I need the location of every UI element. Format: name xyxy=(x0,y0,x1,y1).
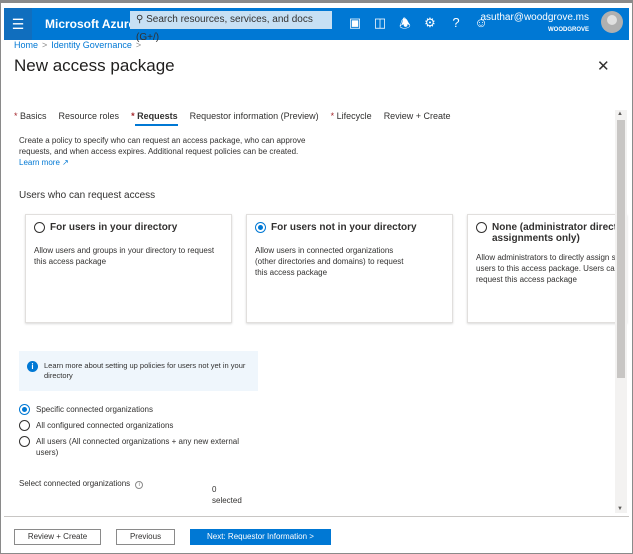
radio-specific-orgs[interactable] xyxy=(19,404,30,415)
scroll-down-icon[interactable]: ▼ xyxy=(617,506,623,512)
tab-requests[interactable]: * Requests xyxy=(131,111,178,126)
info-icon: i xyxy=(27,361,38,372)
next-button[interactable]: Next: Requestor Information > xyxy=(190,529,331,545)
chevron-right-icon: > xyxy=(135,40,142,50)
cloud-shell-icon[interactable]: ▣ xyxy=(347,15,363,31)
help-icon[interactable]: ? xyxy=(448,15,464,30)
radio-none-admin[interactable] xyxy=(476,222,487,233)
bell-icon[interactable]: 🕭 xyxy=(397,15,413,37)
breadcrumb-identity-governance[interactable]: Identity Governance xyxy=(51,40,132,50)
learn-more-link[interactable]: Learn more ↗ xyxy=(19,158,69,167)
breadcrumb-home[interactable]: Home xyxy=(14,40,38,50)
scroll-up-icon[interactable]: ▲ xyxy=(617,111,623,117)
search-input[interactable]: ⚲ Search resources, services, and docs (… xyxy=(130,11,332,43)
tab-requestor-information[interactable]: Requestor information (Preview) xyxy=(190,111,319,121)
page-title: New access package xyxy=(14,56,175,75)
option-all-configured-orgs[interactable]: All configured connected organizations xyxy=(19,420,259,431)
gear-icon[interactable]: ⚙ xyxy=(422,15,438,31)
card-users-not-in-directory[interactable]: For users not in your directory Allow us… xyxy=(246,214,453,323)
user-org: WOODGROVE xyxy=(547,27,589,33)
option-all-users[interactable]: All users (All connected organizations +… xyxy=(19,436,254,458)
option-specific-orgs[interactable]: Specific connected organizations xyxy=(19,404,259,415)
hamburger-menu-icon[interactable]: ☰ xyxy=(4,8,32,40)
wizard-tabs: * Basics Resource roles * Requests Reque… xyxy=(14,111,462,126)
select-orgs-label: Select connected organizations i xyxy=(19,479,144,489)
card-users-in-directory[interactable]: For users in your directory Allow users … xyxy=(25,214,232,323)
tab-review-create[interactable]: Review + Create xyxy=(384,111,451,121)
close-icon[interactable]: ✕ xyxy=(597,57,610,75)
section-heading: Users who can request access xyxy=(19,190,156,201)
info-banner: i Learn more about setting up policies f… xyxy=(19,351,258,391)
search-placeholder: Search resources, services, and docs (G+… xyxy=(136,14,313,43)
tab-resource-roles[interactable]: Resource roles xyxy=(59,111,120,121)
info-icon[interactable]: i xyxy=(135,481,144,489)
chevron-right-icon: > xyxy=(42,40,48,50)
directory-filter-icon[interactable]: ◫ xyxy=(372,15,388,31)
scrollbar-thumb[interactable] xyxy=(617,120,625,378)
radio-users-in-directory[interactable] xyxy=(34,222,45,233)
external-link-icon: ↗ xyxy=(62,158,69,167)
tab-lifecycle[interactable]: * Lifecycle xyxy=(331,111,372,121)
previous-button[interactable]: Previous xyxy=(116,529,175,545)
radio-all-users[interactable] xyxy=(19,436,30,447)
avatar[interactable] xyxy=(601,11,623,33)
description: Create a policy to specify who can reque… xyxy=(19,136,306,167)
top-bar: ☰ Microsoft Azure ⚲ Search resources, se… xyxy=(4,8,629,43)
radio-all-configured-orgs[interactable] xyxy=(19,420,30,431)
info-text[interactable]: Learn more about setting up policies for… xyxy=(44,361,250,381)
footer-divider xyxy=(4,516,629,517)
scrollbar[interactable]: ▲ ▼ xyxy=(615,110,627,513)
account-menu[interactable]: asuthar@woodgrove.ms WOODGROVE xyxy=(480,12,589,36)
review-create-button[interactable]: Review + Create xyxy=(14,529,101,545)
radio-users-not-in-directory[interactable] xyxy=(255,222,266,233)
card-none-admin-assignments[interactable]: None (administrator direct assignments o… xyxy=(467,214,627,323)
tab-basics[interactable]: * Basics xyxy=(14,111,47,121)
selected-count: 0 selected xyxy=(212,485,242,505)
breadcrumb: Home > Identity Governance > xyxy=(14,40,145,50)
user-email: asuthar@woodgrove.ms xyxy=(480,12,589,23)
brand-title[interactable]: Microsoft Azure xyxy=(45,17,135,31)
